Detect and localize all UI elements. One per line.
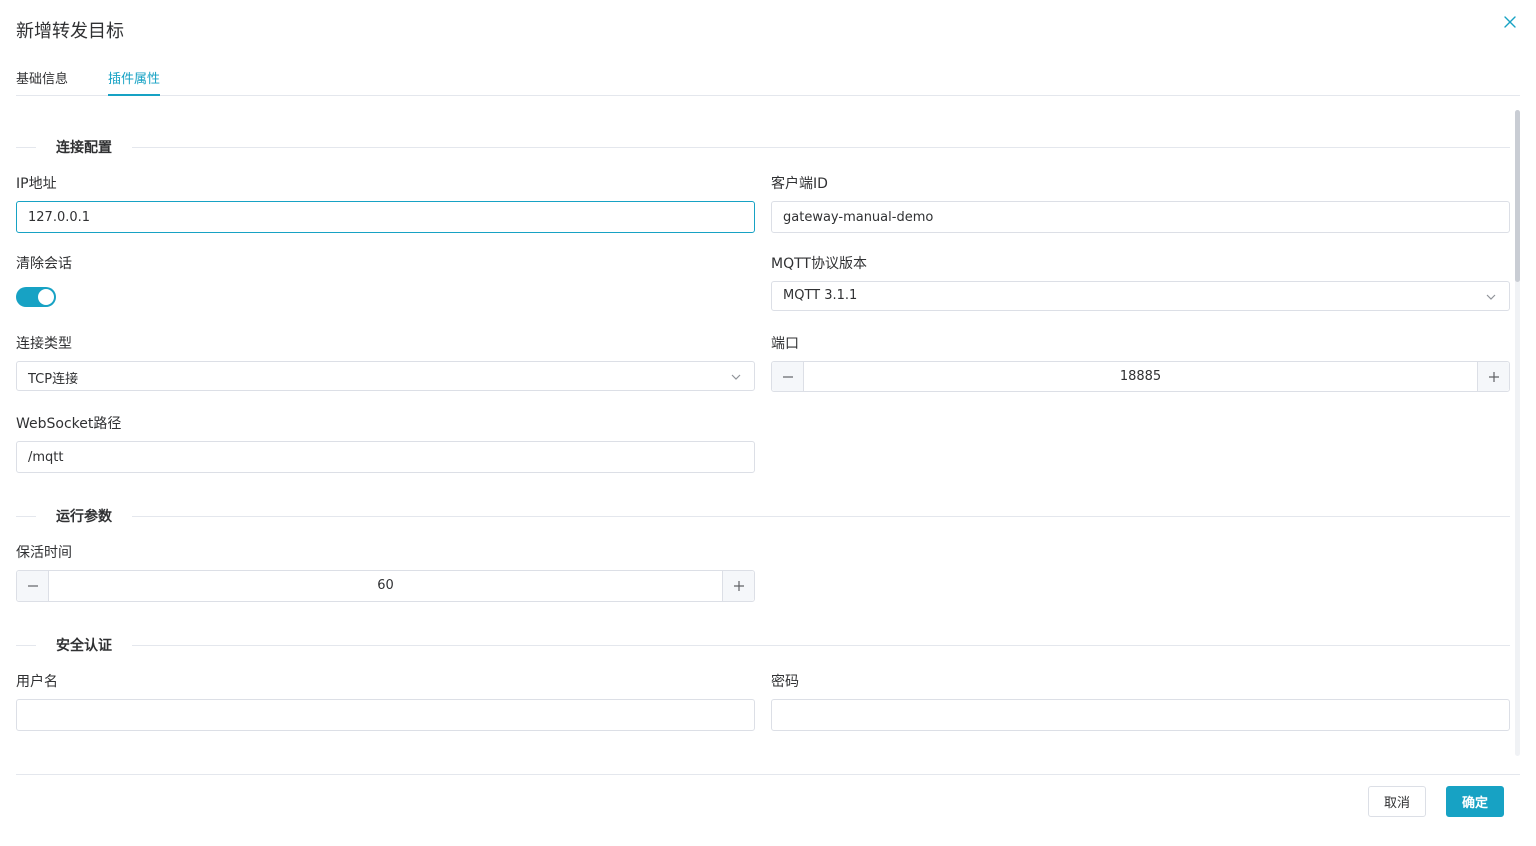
chevron-down-icon <box>1486 294 1496 300</box>
chevron-down-icon <box>731 374 741 380</box>
keepalive-increment-button[interactable] <box>722 571 754 601</box>
keepalive-stepper[interactable]: 60 <box>16 570 755 602</box>
scrollbar-thumb[interactable] <box>1515 110 1520 282</box>
divider <box>132 645 1510 646</box>
minus-icon <box>782 375 793 378</box>
conn-type-select[interactable]: TCP连接 <box>16 361 755 391</box>
keepalive-decrement-button[interactable] <box>17 571 49 601</box>
mqtt-version-label: MQTT协议版本 <box>771 256 867 272</box>
client-id-label: 客户端ID <box>771 176 828 192</box>
plus-icon <box>733 581 744 591</box>
section-connection: 连接配置 <box>16 137 1510 157</box>
divider <box>16 645 36 646</box>
port-value[interactable]: 18885 <box>804 369 1477 384</box>
port-decrement-button[interactable] <box>772 362 804 391</box>
ws-path-label: WebSocket路径 <box>16 416 122 432</box>
tab-plugin-properties[interactable]: 插件属性 <box>108 68 160 96</box>
toggle-knob <box>38 289 54 305</box>
footer-divider <box>16 774 1520 775</box>
clean-session-toggle[interactable] <box>16 287 56 307</box>
keepalive-value[interactable]: 60 <box>49 578 722 593</box>
active-tab-indicator <box>108 94 160 96</box>
divider <box>132 147 1510 148</box>
client-id-input[interactable] <box>771 201 1510 233</box>
password-label: 密码 <box>771 674 799 690</box>
ip-input[interactable] <box>16 201 755 233</box>
mqtt-version-value: MQTT 3.1.1 <box>783 288 858 303</box>
conn-type-label: 连接类型 <box>16 336 72 352</box>
port-increment-button[interactable] <box>1477 362 1509 391</box>
divider <box>16 147 36 148</box>
section-security: 安全认证 <box>16 635 1510 655</box>
minus-icon <box>27 585 38 587</box>
scrollbar[interactable] <box>1515 110 1520 756</box>
username-input[interactable] <box>16 699 755 731</box>
confirm-button[interactable]: 确定 <box>1446 786 1504 817</box>
cancel-button[interactable]: 取消 <box>1368 786 1426 817</box>
keepalive-label: 保活时间 <box>16 545 72 561</box>
conn-type-value: TCP连接 <box>28 372 79 387</box>
divider <box>132 516 1510 517</box>
section-title: 安全认证 <box>56 638 112 654</box>
section-title: 运行参数 <box>56 509 112 525</box>
mqtt-version-select[interactable]: MQTT 3.1.1 <box>771 281 1510 311</box>
port-label: 端口 <box>771 336 799 352</box>
password-input[interactable] <box>771 699 1510 731</box>
ws-path-input[interactable] <box>16 441 755 473</box>
tab-basic-info[interactable]: 基础信息 <box>16 68 68 96</box>
username-label: 用户名 <box>16 674 58 690</box>
clean-session-label: 清除会话 <box>16 256 72 272</box>
divider <box>16 516 36 517</box>
section-runtime: 运行参数 <box>16 506 1510 526</box>
section-title: 连接配置 <box>56 140 112 156</box>
close-icon[interactable] <box>1502 14 1518 30</box>
tab-bar: 基础信息 插件属性 <box>16 58 1520 96</box>
ip-label: IP地址 <box>16 176 57 192</box>
port-stepper[interactable]: 18885 <box>771 361 1510 392</box>
plus-icon <box>1488 371 1499 382</box>
dialog-title: 新增转发目标 <box>16 21 124 42</box>
